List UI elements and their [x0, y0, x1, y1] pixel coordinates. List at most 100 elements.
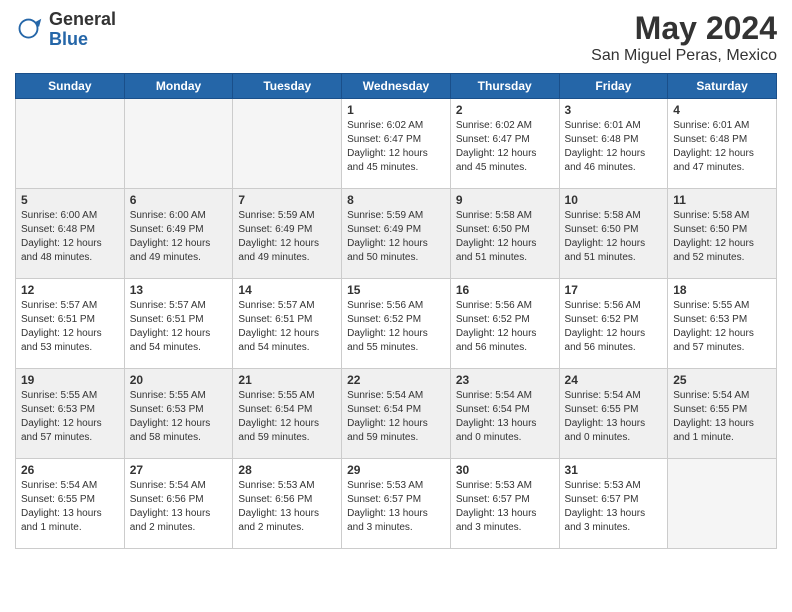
calendar-cell: 9Sunrise: 5:58 AM Sunset: 6:50 PM Daylig… [450, 189, 559, 279]
day-info: Sunrise: 5:53 AM Sunset: 6:57 PM Dayligh… [565, 479, 663, 535]
week-row-5: 26 Sunrise: 5:54 AM Sunset: 6:55 PM Dayli… [16, 459, 777, 549]
logo-blue: Blue [49, 30, 116, 50]
day-info: Sunrise: 5:54 AM Sunset: 6:55 PM Dayligh… [565, 389, 663, 445]
day-info: Sunrise: 5:53 AM Sunset: 6:57 PM Dayligh… [456, 479, 554, 535]
calendar-cell: 13 Sunrise: 5:57 AM Sunset: 6:51 PM Dayli… [124, 279, 233, 369]
day-info: Sunrise: 5:55 AM Sunset: 6:53 PM Dayligh… [130, 389, 228, 445]
day-header-friday: Friday [559, 74, 668, 99]
day-number: 23 [456, 373, 554, 387]
day-number: 7 [238, 193, 336, 207]
day-info: Sunrise: 5:55 AM Sunset: 6:54 PM Dayligh… [238, 389, 336, 445]
calendar-cell: 12 Sunrise: 5:57 AM Sunset: 6:51 PM Dayli… [16, 279, 125, 369]
day-info: Sunrise: 5:59 AM Sunset: 6:49 PM Dayligh… [347, 209, 445, 265]
day-header-monday: Monday [124, 74, 233, 99]
day-number: 30 [456, 463, 554, 477]
calendar-cell: 11 Sunrise: 5:58 AM Sunset: 6:50 PM Dayli… [668, 189, 777, 279]
day-info: Sunrise: 5:54 AM Sunset: 6:55 PM Dayligh… [21, 479, 119, 535]
page-header: General Blue May 2024 San Miguel Peras, … [15, 10, 777, 65]
day-info: Sunrise: 5:58 AM Sunset: 6:50 PM Dayligh… [456, 209, 554, 265]
week-row-1: 1 Sunrise: 6:02 AM Sunset: 6:47 PM Daylig… [16, 99, 777, 189]
calendar-cell: 26 Sunrise: 5:54 AM Sunset: 6:55 PM Dayli… [16, 459, 125, 549]
day-number: 12 [21, 283, 119, 297]
day-header-thursday: Thursday [450, 74, 559, 99]
calendar-cell: 16 Sunrise: 5:56 AM Sunset: 6:52 PM Dayli… [450, 279, 559, 369]
day-info: Sunrise: 5:55 AM Sunset: 6:53 PM Dayligh… [673, 299, 771, 355]
day-info: Sunrise: 5:57 AM Sunset: 6:51 PM Dayligh… [21, 299, 119, 355]
calendar-table: SundayMondayTuesdayWednesdayThursdayFrid… [15, 73, 777, 549]
day-number: 28 [238, 463, 336, 477]
day-info: Sunrise: 5:53 AM Sunset: 6:56 PM Dayligh… [238, 479, 336, 535]
day-number: 17 [565, 283, 663, 297]
day-number: 1 [347, 103, 445, 117]
calendar-cell: 10Sunrise: 5:58 AM Sunset: 6:50 PM Dayli… [559, 189, 668, 279]
header-row: SundayMondayTuesdayWednesdayThursdayFrid… [16, 74, 777, 99]
day-number: 25 [673, 373, 771, 387]
day-info: Sunrise: 5:56 AM Sunset: 6:52 PM Dayligh… [565, 299, 663, 355]
day-info: Sunrise: 5:56 AM Sunset: 6:52 PM Dayligh… [347, 299, 445, 355]
day-number: 3 [565, 103, 663, 117]
day-header-sunday: Sunday [16, 74, 125, 99]
calendar-cell: 15 Sunrise: 5:56 AM Sunset: 6:52 PM Dayli… [342, 279, 451, 369]
calendar-cell: 27Sunrise: 5:54 AM Sunset: 6:56 PM Dayli… [124, 459, 233, 549]
calendar-cell: 14Sunrise: 5:57 AM Sunset: 6:51 PM Dayli… [233, 279, 342, 369]
day-info: Sunrise: 5:53 AM Sunset: 6:57 PM Dayligh… [347, 479, 445, 535]
title-area: May 2024 San Miguel Peras, Mexico [591, 10, 777, 65]
calendar-cell: 25 Sunrise: 5:54 AM Sunset: 6:55 PM Dayli… [668, 369, 777, 459]
calendar-cell: 24 Sunrise: 5:54 AM Sunset: 6:55 PM Dayli… [559, 369, 668, 459]
calendar-cell: 31 Sunrise: 5:53 AM Sunset: 6:57 PM Dayli… [559, 459, 668, 549]
day-number: 21 [238, 373, 336, 387]
calendar-cell: 2Sunrise: 6:02 AM Sunset: 6:47 PM Daylig… [450, 99, 559, 189]
day-number: 31 [565, 463, 663, 477]
calendar-cell: 17 Sunrise: 5:56 AM Sunset: 6:52 PM Dayli… [559, 279, 668, 369]
day-number: 20 [130, 373, 228, 387]
calendar-cell: 29 Sunrise: 5:53 AM Sunset: 6:57 PM Dayli… [342, 459, 451, 549]
day-number: 8 [347, 193, 445, 207]
day-number: 15 [347, 283, 445, 297]
day-number: 24 [565, 373, 663, 387]
day-info: Sunrise: 5:54 AM Sunset: 6:55 PM Dayligh… [673, 389, 771, 445]
day-info: Sunrise: 6:02 AM Sunset: 6:47 PM Dayligh… [347, 119, 445, 175]
day-number: 29 [347, 463, 445, 477]
calendar-cell: 28 Sunrise: 5:53 AM Sunset: 6:56 PM Dayli… [233, 459, 342, 549]
week-row-3: 12 Sunrise: 5:57 AM Sunset: 6:51 PM Dayli… [16, 279, 777, 369]
logo-general: General [49, 10, 116, 30]
day-info: Sunrise: 5:54 AM Sunset: 6:54 PM Dayligh… [347, 389, 445, 445]
day-number: 5 [21, 193, 119, 207]
day-number: 11 [673, 193, 771, 207]
calendar-cell [124, 99, 233, 189]
day-number: 26 [21, 463, 119, 477]
day-header-tuesday: Tuesday [233, 74, 342, 99]
day-info: Sunrise: 5:57 AM Sunset: 6:51 PM Dayligh… [130, 299, 228, 355]
calendar-cell: 18Sunrise: 5:55 AM Sunset: 6:53 PM Dayli… [668, 279, 777, 369]
day-info: Sunrise: 5:55 AM Sunset: 6:53 PM Dayligh… [21, 389, 119, 445]
calendar-cell: 4Sunrise: 6:01 AM Sunset: 6:48 PM Daylig… [668, 99, 777, 189]
logo-text: General Blue [49, 10, 116, 50]
day-info: Sunrise: 5:59 AM Sunset: 6:49 PM Dayligh… [238, 209, 336, 265]
calendar-cell: 21 Sunrise: 5:55 AM Sunset: 6:54 PM Dayli… [233, 369, 342, 459]
day-info: Sunrise: 6:00 AM Sunset: 6:49 PM Dayligh… [130, 209, 228, 265]
week-row-4: 19 Sunrise: 5:55 AM Sunset: 6:53 PM Dayli… [16, 369, 777, 459]
day-header-saturday: Saturday [668, 74, 777, 99]
calendar-cell: 22Sunrise: 5:54 AM Sunset: 6:54 PM Dayli… [342, 369, 451, 459]
day-number: 16 [456, 283, 554, 297]
day-number: 10 [565, 193, 663, 207]
day-info: Sunrise: 6:01 AM Sunset: 6:48 PM Dayligh… [565, 119, 663, 175]
day-info: Sunrise: 5:54 AM Sunset: 6:54 PM Dayligh… [456, 389, 554, 445]
day-info: Sunrise: 5:58 AM Sunset: 6:50 PM Dayligh… [673, 209, 771, 265]
calendar-cell [16, 99, 125, 189]
calendar-cell: 19 Sunrise: 5:55 AM Sunset: 6:53 PM Dayli… [16, 369, 125, 459]
day-info: Sunrise: 6:00 AM Sunset: 6:48 PM Dayligh… [21, 209, 119, 265]
calendar-cell [233, 99, 342, 189]
calendar-cell: 30 Sunrise: 5:53 AM Sunset: 6:57 PM Dayli… [450, 459, 559, 549]
calendar-cell: 6Sunrise: 6:00 AM Sunset: 6:49 PM Daylig… [124, 189, 233, 279]
day-number: 13 [130, 283, 228, 297]
month-title: May 2024 [591, 10, 777, 47]
day-info: Sunrise: 5:56 AM Sunset: 6:52 PM Dayligh… [456, 299, 554, 355]
calendar-cell: 7 Sunrise: 5:59 AM Sunset: 6:49 PM Daylig… [233, 189, 342, 279]
calendar-cell [668, 459, 777, 549]
logo: General Blue [15, 10, 116, 50]
day-number: 27 [130, 463, 228, 477]
calendar-cell: 23 Sunrise: 5:54 AM Sunset: 6:54 PM Dayli… [450, 369, 559, 459]
day-number: 19 [21, 373, 119, 387]
day-info: Sunrise: 6:01 AM Sunset: 6:48 PM Dayligh… [673, 119, 771, 175]
